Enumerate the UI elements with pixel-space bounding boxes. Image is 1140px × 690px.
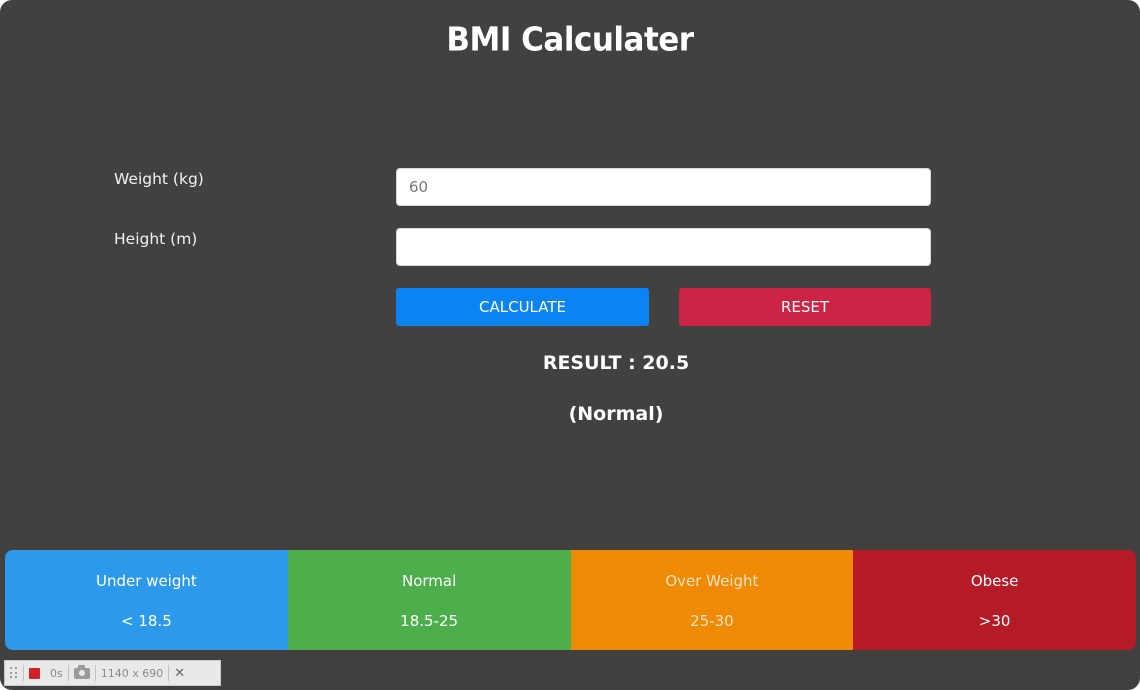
bmi-category-legend: Under weight < 18.5 Normal 18.5-25 Over … [5,550,1136,650]
category-under-weight: Under weight < 18.5 [5,550,288,650]
category-over-weight: Over Weight 25-30 [570,550,854,650]
recorder-toolbar: 0s 1140 x 690 ✕ [4,660,221,686]
record-stop-button[interactable] [24,661,45,685]
category-name: Over Weight [665,572,759,590]
category-range: >30 [978,612,1011,630]
category-range: < 18.5 [121,612,172,630]
category-range: 18.5-25 [400,612,459,630]
category-name: Under weight [96,572,197,590]
bmi-calculator-app: BMI Calculater Weight (kg) Height (m) CA… [0,0,1140,690]
record-stop-icon [29,667,40,679]
screenshot-button[interactable] [69,661,95,685]
weight-input[interactable] [396,168,931,206]
category-obese: Obese >30 [853,550,1136,650]
reset-button[interactable]: RESET [679,288,931,326]
page-title: BMI Calculater [446,21,694,59]
category-normal: Normal 18.5-25 [287,550,571,650]
result-value: RESULT : 20.5 [542,352,690,374]
elapsed-time: 0s [50,666,63,680]
category-name: Obese [970,572,1019,590]
category-range: 25-30 [690,612,734,630]
calculate-button[interactable]: CALCULATE [396,288,649,326]
camera-icon [73,664,90,679]
weight-label: Weight (kg) [114,170,204,188]
close-icon[interactable]: ✕ [169,661,190,685]
category-name: Normal [401,572,457,590]
result-status: (Normal) [568,403,664,425]
dimensions-readout: 1140 x 690 [100,666,164,680]
drag-handle-icon[interactable] [5,661,23,685]
height-input[interactable] [396,228,931,266]
height-label: Height (m) [114,230,198,248]
